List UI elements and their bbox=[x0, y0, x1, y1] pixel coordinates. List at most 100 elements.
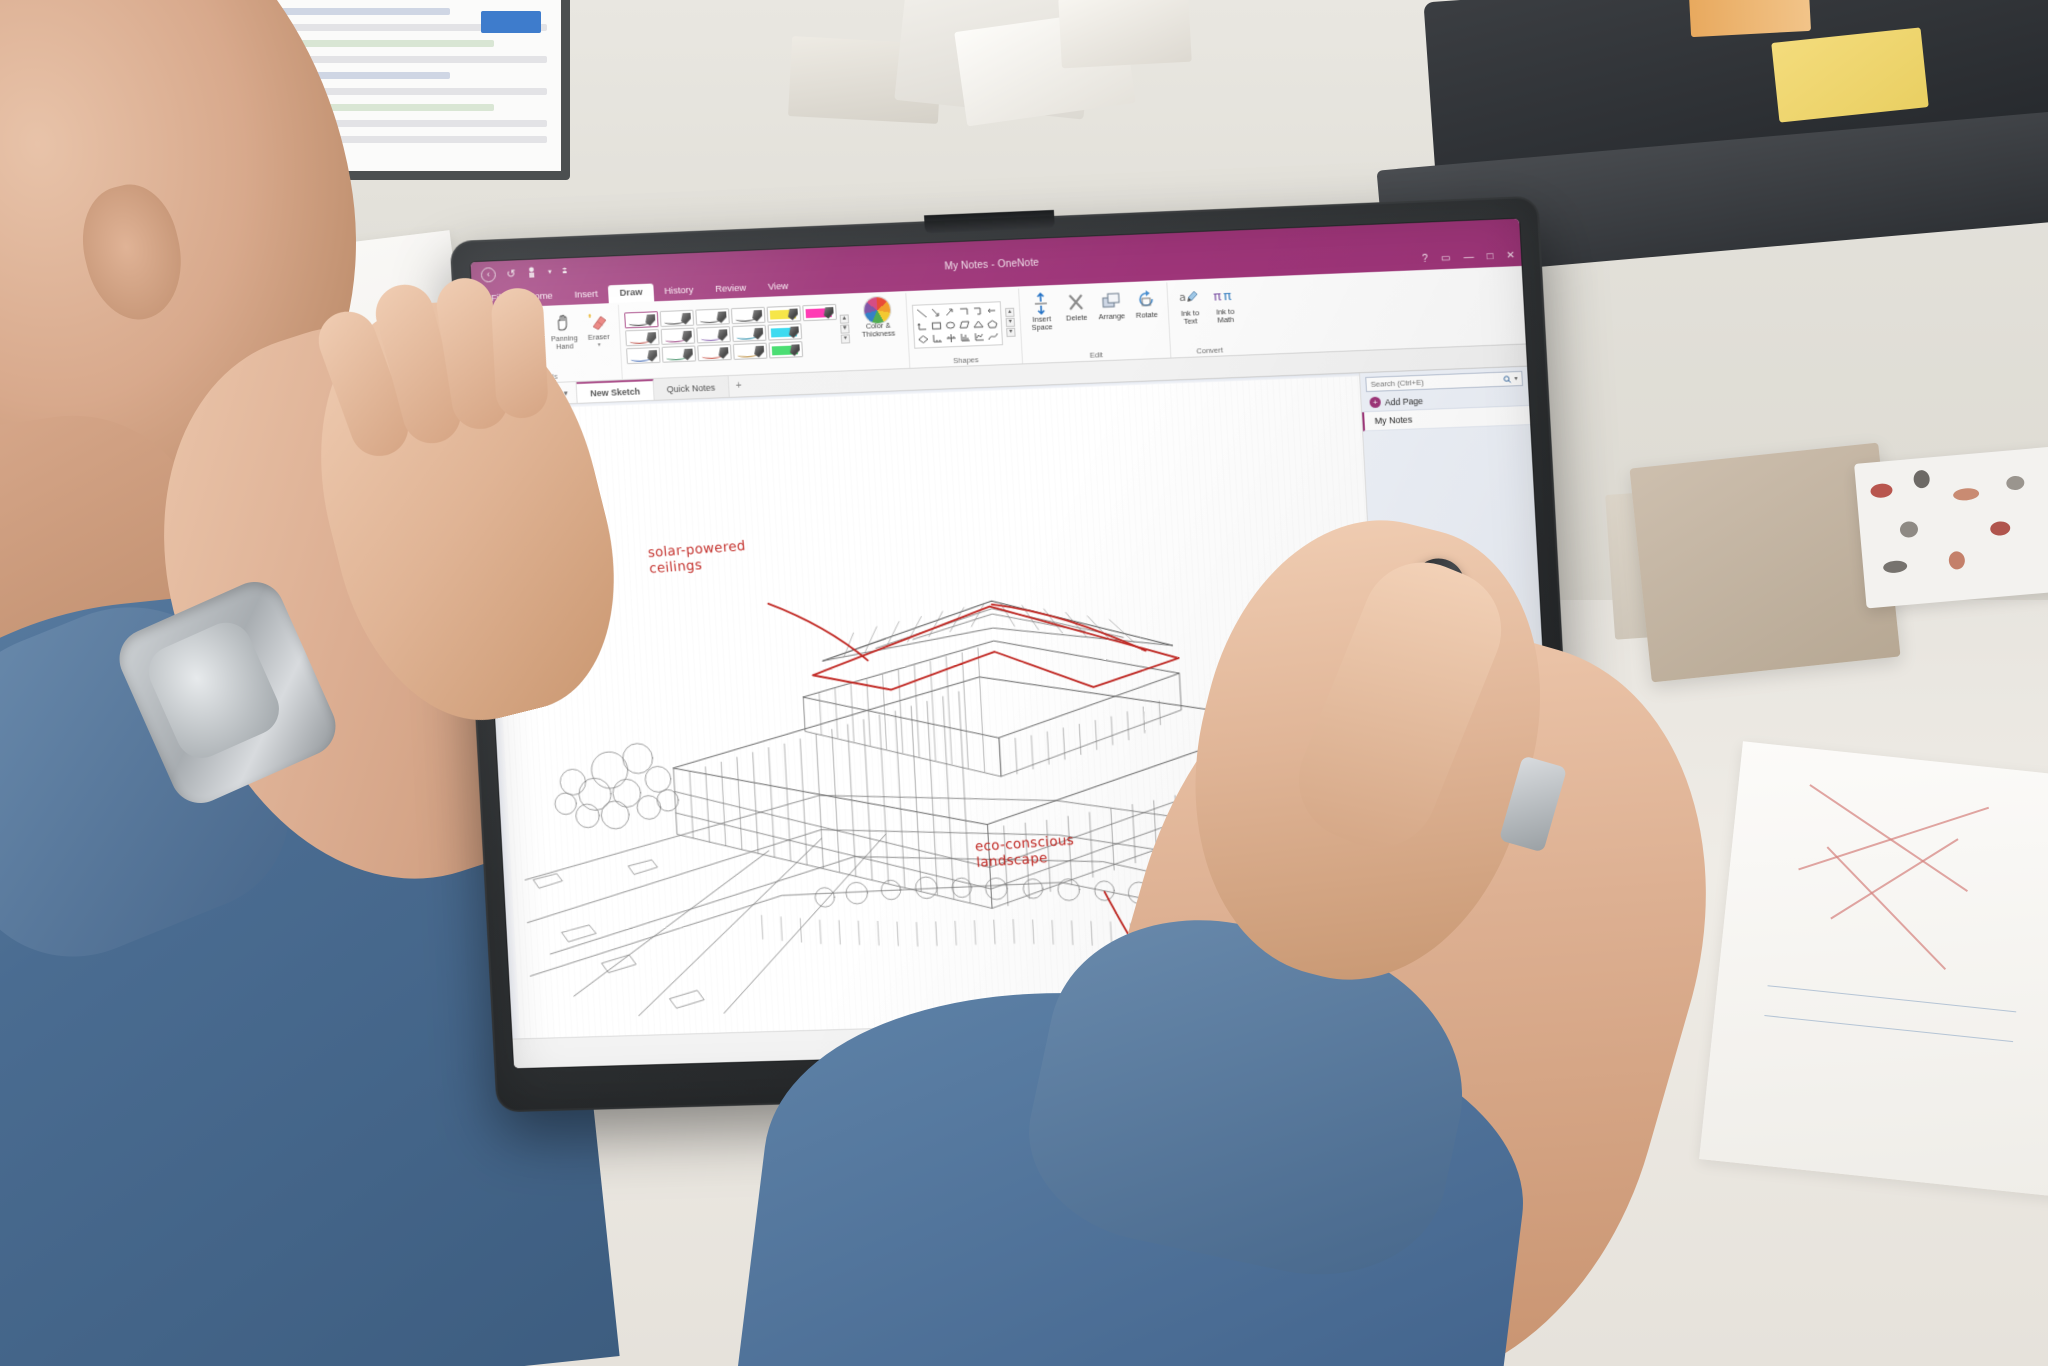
arrange-layers-icon bbox=[1100, 289, 1121, 312]
shape-curve[interactable] bbox=[986, 330, 1000, 343]
maximize-button[interactable]: □ bbox=[1487, 251, 1494, 262]
customize-qat-icon[interactable]: ⩲ bbox=[562, 266, 567, 276]
tab-review[interactable]: Review bbox=[704, 279, 758, 299]
help-button[interactable]: ? bbox=[1422, 254, 1428, 265]
pen-swatch-8[interactable] bbox=[697, 343, 732, 361]
shapes-scroll-up[interactable]: ▴ bbox=[1005, 307, 1015, 318]
search-dropdown-icon[interactable]: ▾ bbox=[1514, 375, 1517, 382]
shape-graph-bars[interactable] bbox=[958, 331, 972, 343]
tab-view[interactable]: View bbox=[757, 278, 800, 298]
panning-hand-icon bbox=[552, 312, 575, 335]
insert-space-label: Insert Space bbox=[1031, 314, 1053, 333]
color-thickness-button[interactable]: Color & Thickness bbox=[853, 295, 903, 340]
pen-stroke-preview bbox=[735, 315, 756, 322]
pen-gallery-more[interactable]: ▾ bbox=[840, 334, 851, 344]
pen-swatch-3[interactable] bbox=[659, 309, 695, 327]
pen-swatch-15[interactable] bbox=[802, 303, 837, 321]
tool-panning-hand-button[interactable]: Panning Hand bbox=[547, 308, 581, 352]
pen-swatch-0[interactable] bbox=[624, 310, 659, 328]
pen-swatch-1[interactable] bbox=[625, 328, 660, 346]
shapes-more[interactable]: ▾ bbox=[1006, 327, 1016, 338]
shape-triangle[interactable] bbox=[972, 317, 986, 330]
color-thickness-label: Color & Thickness bbox=[861, 320, 896, 340]
plus-circle-icon: + bbox=[1369, 396, 1382, 409]
add-section-button[interactable]: + bbox=[728, 375, 749, 397]
shape-arrow-down[interactable] bbox=[929, 306, 943, 318]
ink-to-math-button[interactable]: π π Ink to Math bbox=[1208, 281, 1243, 325]
add-page-label: Add Page bbox=[1384, 395, 1424, 407]
eraser-icon bbox=[587, 310, 610, 333]
pen-swatch-12[interactable] bbox=[766, 304, 802, 323]
section-tab-quick-notes[interactable]: Quick Notes bbox=[653, 376, 730, 400]
shape-ellipse[interactable] bbox=[944, 319, 958, 331]
section-tab-new-sketch[interactable]: New Sketch bbox=[576, 379, 655, 403]
pen-swatch-13[interactable] bbox=[767, 322, 803, 341]
ribbon-group-convert: a Ink to Text π π Ink to Math Convert bbox=[1167, 279, 1248, 357]
eraser-dropdown-icon[interactable]: ▾ bbox=[598, 342, 601, 349]
pen-swatch-14[interactable] bbox=[768, 340, 804, 358]
tab-history[interactable]: History bbox=[653, 281, 705, 301]
shape-rectangle[interactable] bbox=[930, 319, 944, 331]
arrange-button[interactable]: Arrange bbox=[1094, 286, 1128, 322]
search-icon[interactable] bbox=[1503, 370, 1512, 388]
shapes-grid-icon[interactable] bbox=[911, 300, 1004, 349]
shapes-scrollbar[interactable]: ▴ ▾ ▾ bbox=[1005, 307, 1016, 338]
pen-stroke-preview bbox=[629, 337, 650, 344]
shape-line[interactable] bbox=[915, 307, 929, 319]
rotate-button[interactable]: Rotate bbox=[1129, 285, 1163, 321]
pen-stroke-preview bbox=[701, 352, 722, 359]
pen-swatch-2[interactable] bbox=[626, 346, 661, 364]
ribbon-group-pens: ▲ ▼ ▾ bbox=[619, 295, 852, 379]
svg-text:a: a bbox=[1179, 291, 1186, 304]
arrange-label: Arrange bbox=[1098, 311, 1126, 322]
pen-swatch-6[interactable] bbox=[695, 307, 730, 326]
back-circle-icon[interactable]: ‹ bbox=[480, 266, 497, 283]
pen-stroke-preview bbox=[699, 317, 720, 323]
tab-insert[interactable]: Insert bbox=[563, 285, 609, 305]
pen-swatch-11[interactable] bbox=[732, 342, 768, 360]
shape-axis-cross[interactable] bbox=[944, 332, 958, 344]
foam-model-d bbox=[1058, 0, 1192, 69]
pen-gallery: ▲ ▼ ▾ bbox=[624, 303, 851, 364]
chevron-down-icon[interactable]: ▾ bbox=[548, 268, 552, 276]
close-button[interactable]: ✕ bbox=[1506, 250, 1515, 261]
search-input[interactable] bbox=[1370, 374, 1501, 389]
undo-icon[interactable]: ↺ bbox=[506, 267, 516, 280]
shape-graph-line[interactable] bbox=[972, 330, 986, 342]
pen-stroke-preview bbox=[665, 336, 686, 343]
pen-grid bbox=[624, 303, 839, 364]
shape-arrow-l[interactable] bbox=[916, 320, 930, 332]
tool-panning-hand-label: Panning Hand bbox=[550, 333, 578, 352]
shape-arrow-left[interactable] bbox=[985, 304, 999, 317]
ink-to-text-button[interactable]: a Ink to Text bbox=[1172, 283, 1206, 327]
shape-arrow-corner[interactable] bbox=[943, 306, 957, 318]
pen-scroll-up[interactable]: ▲ bbox=[839, 314, 850, 324]
pen-scroll-down[interactable]: ▼ bbox=[840, 324, 850, 334]
shape-parallelogram[interactable] bbox=[958, 318, 972, 330]
ribbon-display-button[interactable]: ▭ bbox=[1441, 253, 1451, 264]
touch-mode-icon[interactable] bbox=[526, 266, 537, 278]
pen-swatch-5[interactable] bbox=[661, 345, 697, 363]
shape-pentagon[interactable] bbox=[986, 317, 1000, 330]
delete-button[interactable]: Delete bbox=[1059, 288, 1093, 324]
pen-swatch-9[interactable] bbox=[730, 306, 766, 324]
shape-bracket[interactable] bbox=[957, 305, 971, 318]
pen-stroke-preview bbox=[700, 335, 721, 341]
pen-swatch-10[interactable] bbox=[731, 324, 767, 342]
ink-to-text-label: Ink to Text bbox=[1180, 308, 1200, 327]
shape-bracket-2[interactable] bbox=[971, 304, 985, 317]
pen-swatch-7[interactable] bbox=[696, 325, 731, 343]
rotate-icon bbox=[1135, 288, 1156, 311]
insert-space-icon bbox=[1030, 292, 1051, 315]
shape-axis-xy[interactable] bbox=[930, 332, 944, 344]
minimize-button[interactable]: — bbox=[1463, 252, 1474, 263]
tool-eraser-button[interactable]: Eraser ▾ bbox=[581, 307, 615, 349]
insert-space-button[interactable]: Insert Space bbox=[1024, 289, 1058, 333]
pen-stroke-preview bbox=[737, 351, 758, 358]
tab-draw[interactable]: Draw bbox=[608, 283, 654, 304]
svg-text:π: π bbox=[1213, 289, 1222, 304]
delete-x-icon bbox=[1065, 291, 1086, 314]
pen-swatch-4[interactable] bbox=[660, 327, 696, 345]
shapes-scroll-down[interactable]: ▾ bbox=[1005, 317, 1016, 328]
shape-diamond[interactable] bbox=[916, 333, 930, 345]
